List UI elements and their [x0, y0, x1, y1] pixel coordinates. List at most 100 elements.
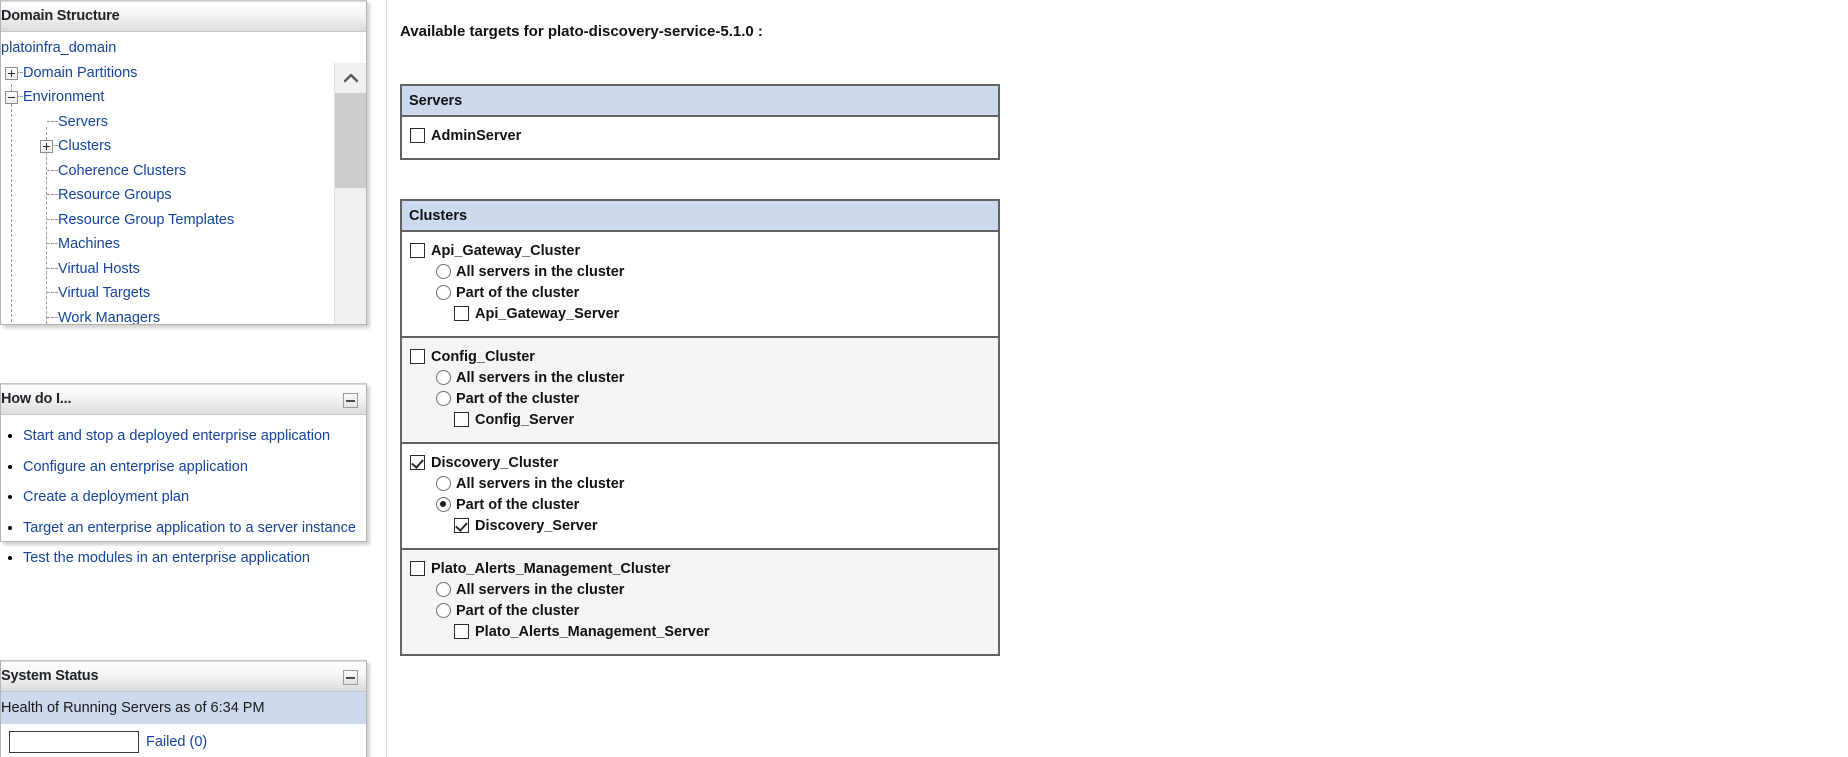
label-plato-alerts-management-cluster: Plato_Alerts_Management_Cluster — [431, 561, 671, 577]
tree-node-clusters[interactable]: Clusters — [1, 134, 334, 159]
tree-node-servers[interactable]: Servers — [1, 110, 334, 135]
expand-plus-icon[interactable] — [5, 66, 18, 80]
radio-part-of-cluster-discovery-cluster[interactable] — [436, 497, 451, 512]
tree-node-domain-partitions[interactable]: Domain Partitions — [1, 61, 334, 86]
domain-structure-title: Domain Structure — [1, 8, 120, 24]
tree-label-clusters[interactable]: Clusters — [58, 138, 111, 154]
domain-structure-scrollbar[interactable] — [334, 63, 366, 324]
tree-elbow-connector — [47, 316, 58, 318]
radio-all-servers-config-cluster[interactable] — [436, 370, 451, 385]
tree-label-work-managers[interactable]: Work Managers — [58, 310, 160, 325]
tree-elbow-connector — [47, 169, 58, 171]
how-do-i-link[interactable]: Start and stop a deployed enterprise app… — [23, 428, 330, 444]
checkbox-adminserver[interactable] — [410, 128, 425, 143]
how-do-i-link[interactable]: Configure an enterprise application — [23, 459, 248, 475]
checkbox-config-server[interactable] — [454, 412, 469, 427]
label-part-of-cluster-discovery-cluster: Part of the cluster — [456, 497, 580, 513]
label-config-cluster: Config_Cluster — [431, 349, 535, 365]
servers-group: AdminServer — [402, 117, 998, 158]
label-part-of-cluster-plato-alerts-management-cluster: Part of the cluster — [456, 603, 580, 619]
tree-node-environment[interactable]: Environment — [1, 85, 334, 110]
target-row: Api_Gateway_Cluster — [410, 241, 998, 262]
collapse-minus-icon[interactable] — [5, 91, 18, 104]
tree-label-root[interactable]: platoinfra_domain — [1, 40, 116, 56]
label-all-servers-discovery-cluster: All servers in the cluster — [456, 476, 625, 492]
expand-plus-icon[interactable] — [40, 140, 53, 153]
target-row: All servers in the cluster — [410, 474, 998, 495]
tree-elbow-connector — [47, 194, 58, 195]
failed-count-link[interactable]: Failed (0) — [146, 731, 207, 753]
radio-part-of-cluster-api-gateway-cluster[interactable] — [436, 285, 451, 300]
servers-panel-header: Servers — [402, 86, 998, 117]
clusters-target-panel: Clusters Api_Gateway_Cluster All servers … — [400, 199, 1000, 656]
tree-label-virtual-targets[interactable]: Virtual Targets — [58, 285, 150, 301]
minus-icon[interactable] — [343, 393, 358, 408]
left-sidebar: Domain Structure platoinfra_domain Domai… — [0, 0, 372, 757]
label-part-of-cluster-api-gateway-cluster: Part of the cluster — [456, 285, 580, 301]
how-do-i-title: How do I... — [1, 391, 72, 407]
radio-all-servers-plato-alerts-management-cluster[interactable] — [436, 582, 451, 597]
tree-label-domain-partitions[interactable]: Domain Partitions — [23, 65, 137, 81]
label-all-servers-config-cluster: All servers in the cluster — [456, 370, 625, 386]
target-row: Part of the cluster — [410, 495, 998, 516]
radio-part-of-cluster-config-cluster[interactable] — [436, 391, 451, 406]
checkbox-plato-alerts-management-cluster[interactable] — [410, 561, 425, 576]
target-row: Part of the cluster — [410, 601, 998, 622]
checkbox-api-gateway-server[interactable] — [454, 306, 469, 321]
checkbox-discovery-cluster[interactable] — [410, 455, 425, 470]
target-row: All servers in the cluster — [410, 368, 998, 389]
tree-label-resource-group-templates[interactable]: Resource Group Templates — [58, 212, 234, 228]
health-status-row: Failed (0) — [1, 724, 366, 757]
checkbox-api-gateway-cluster[interactable] — [410, 243, 425, 258]
minus-icon[interactable] — [343, 670, 358, 685]
tree-label-machines[interactable]: Machines — [58, 236, 120, 252]
tree-node-resource-groups[interactable]: Resource Groups — [1, 183, 334, 208]
tree-node-resource-group-templates[interactable]: Resource Group Templates — [1, 208, 334, 233]
tree-label-servers[interactable]: Servers — [58, 114, 108, 130]
checkbox-discovery-server[interactable] — [454, 518, 469, 533]
tree-label-virtual-hosts[interactable]: Virtual Hosts — [58, 261, 140, 277]
cluster-group-config-cluster: Config_Cluster All servers in the cluster… — [402, 338, 998, 444]
checkbox-plato-alerts-management-server[interactable] — [454, 624, 469, 639]
target-row: Api_Gateway_Server — [410, 304, 998, 325]
tree-node-work-managers[interactable]: Work Managers — [1, 306, 334, 325]
tree-label-resource-groups[interactable]: Resource Groups — [58, 187, 172, 203]
target-row: AdminServer — [410, 126, 998, 147]
tree-label-coherence-clusters[interactable]: Coherence Clusters — [58, 163, 186, 179]
servers-target-panel: Servers AdminServer — [400, 84, 1000, 160]
target-row: Part of the cluster — [410, 389, 998, 410]
how-do-i-link[interactable]: Target an enterprise application to a se… — [23, 520, 356, 536]
tree-node-virtual-hosts[interactable]: Virtual Hosts — [1, 257, 334, 282]
how-do-i-header: How do I... — [1, 384, 366, 415]
column-divider — [386, 0, 387, 757]
tree-node-root[interactable]: platoinfra_domain — [1, 36, 334, 61]
target-row: All servers in the cluster — [410, 262, 998, 283]
how-do-i-link[interactable]: Test the modules in an enterprise applic… — [23, 550, 310, 566]
radio-all-servers-discovery-cluster[interactable] — [436, 476, 451, 491]
scrollbar-thumb[interactable] — [335, 93, 366, 188]
how-do-i-list-item: Create a deployment plan — [23, 486, 366, 509]
domain-structure-tree: platoinfra_domain Domain Partitions Envir… — [1, 32, 334, 324]
how-do-i-portlet: How do I... Start and stop a deployed en… — [0, 383, 367, 566]
how-do-i-link[interactable]: Create a deployment plan — [23, 489, 189, 505]
tree-label-environment[interactable]: Environment — [23, 89, 104, 105]
radio-all-servers-api-gateway-cluster[interactable] — [436, 264, 451, 279]
tree-node-coherence-clusters[interactable]: Coherence Clusters — [1, 159, 334, 184]
tree-elbow-connector — [47, 218, 58, 220]
target-row: Plato_Alerts_Management_Server — [410, 622, 998, 643]
main-content: Available targets for plato-discovery-se… — [400, 0, 1848, 757]
tree-node-virtual-targets[interactable]: Virtual Targets — [1, 281, 334, 306]
label-config-server: Config_Server — [475, 412, 575, 428]
tree-node-machines[interactable]: Machines — [1, 232, 334, 257]
cluster-group-api-gateway-cluster: Api_Gateway_Cluster All servers in the cl… — [402, 232, 998, 338]
page-title: Available targets for plato-discovery-se… — [400, 23, 763, 40]
radio-part-of-cluster-plato-alerts-management-cluster[interactable] — [436, 603, 451, 618]
system-status-title: System Status — [1, 668, 99, 684]
tree-elbow-connector — [47, 292, 58, 293]
label-plato-alerts-management-server: Plato_Alerts_Management_Server — [475, 624, 710, 640]
how-do-i-list-item: Target an enterprise application to a se… — [23, 517, 366, 540]
chevron-up-icon[interactable] — [335, 63, 366, 93]
cluster-group-discovery-cluster: Discovery_Cluster All servers in the clus… — [402, 444, 998, 550]
checkbox-config-cluster[interactable] — [410, 349, 425, 364]
label-part-of-cluster-config-cluster: Part of the cluster — [456, 391, 580, 407]
